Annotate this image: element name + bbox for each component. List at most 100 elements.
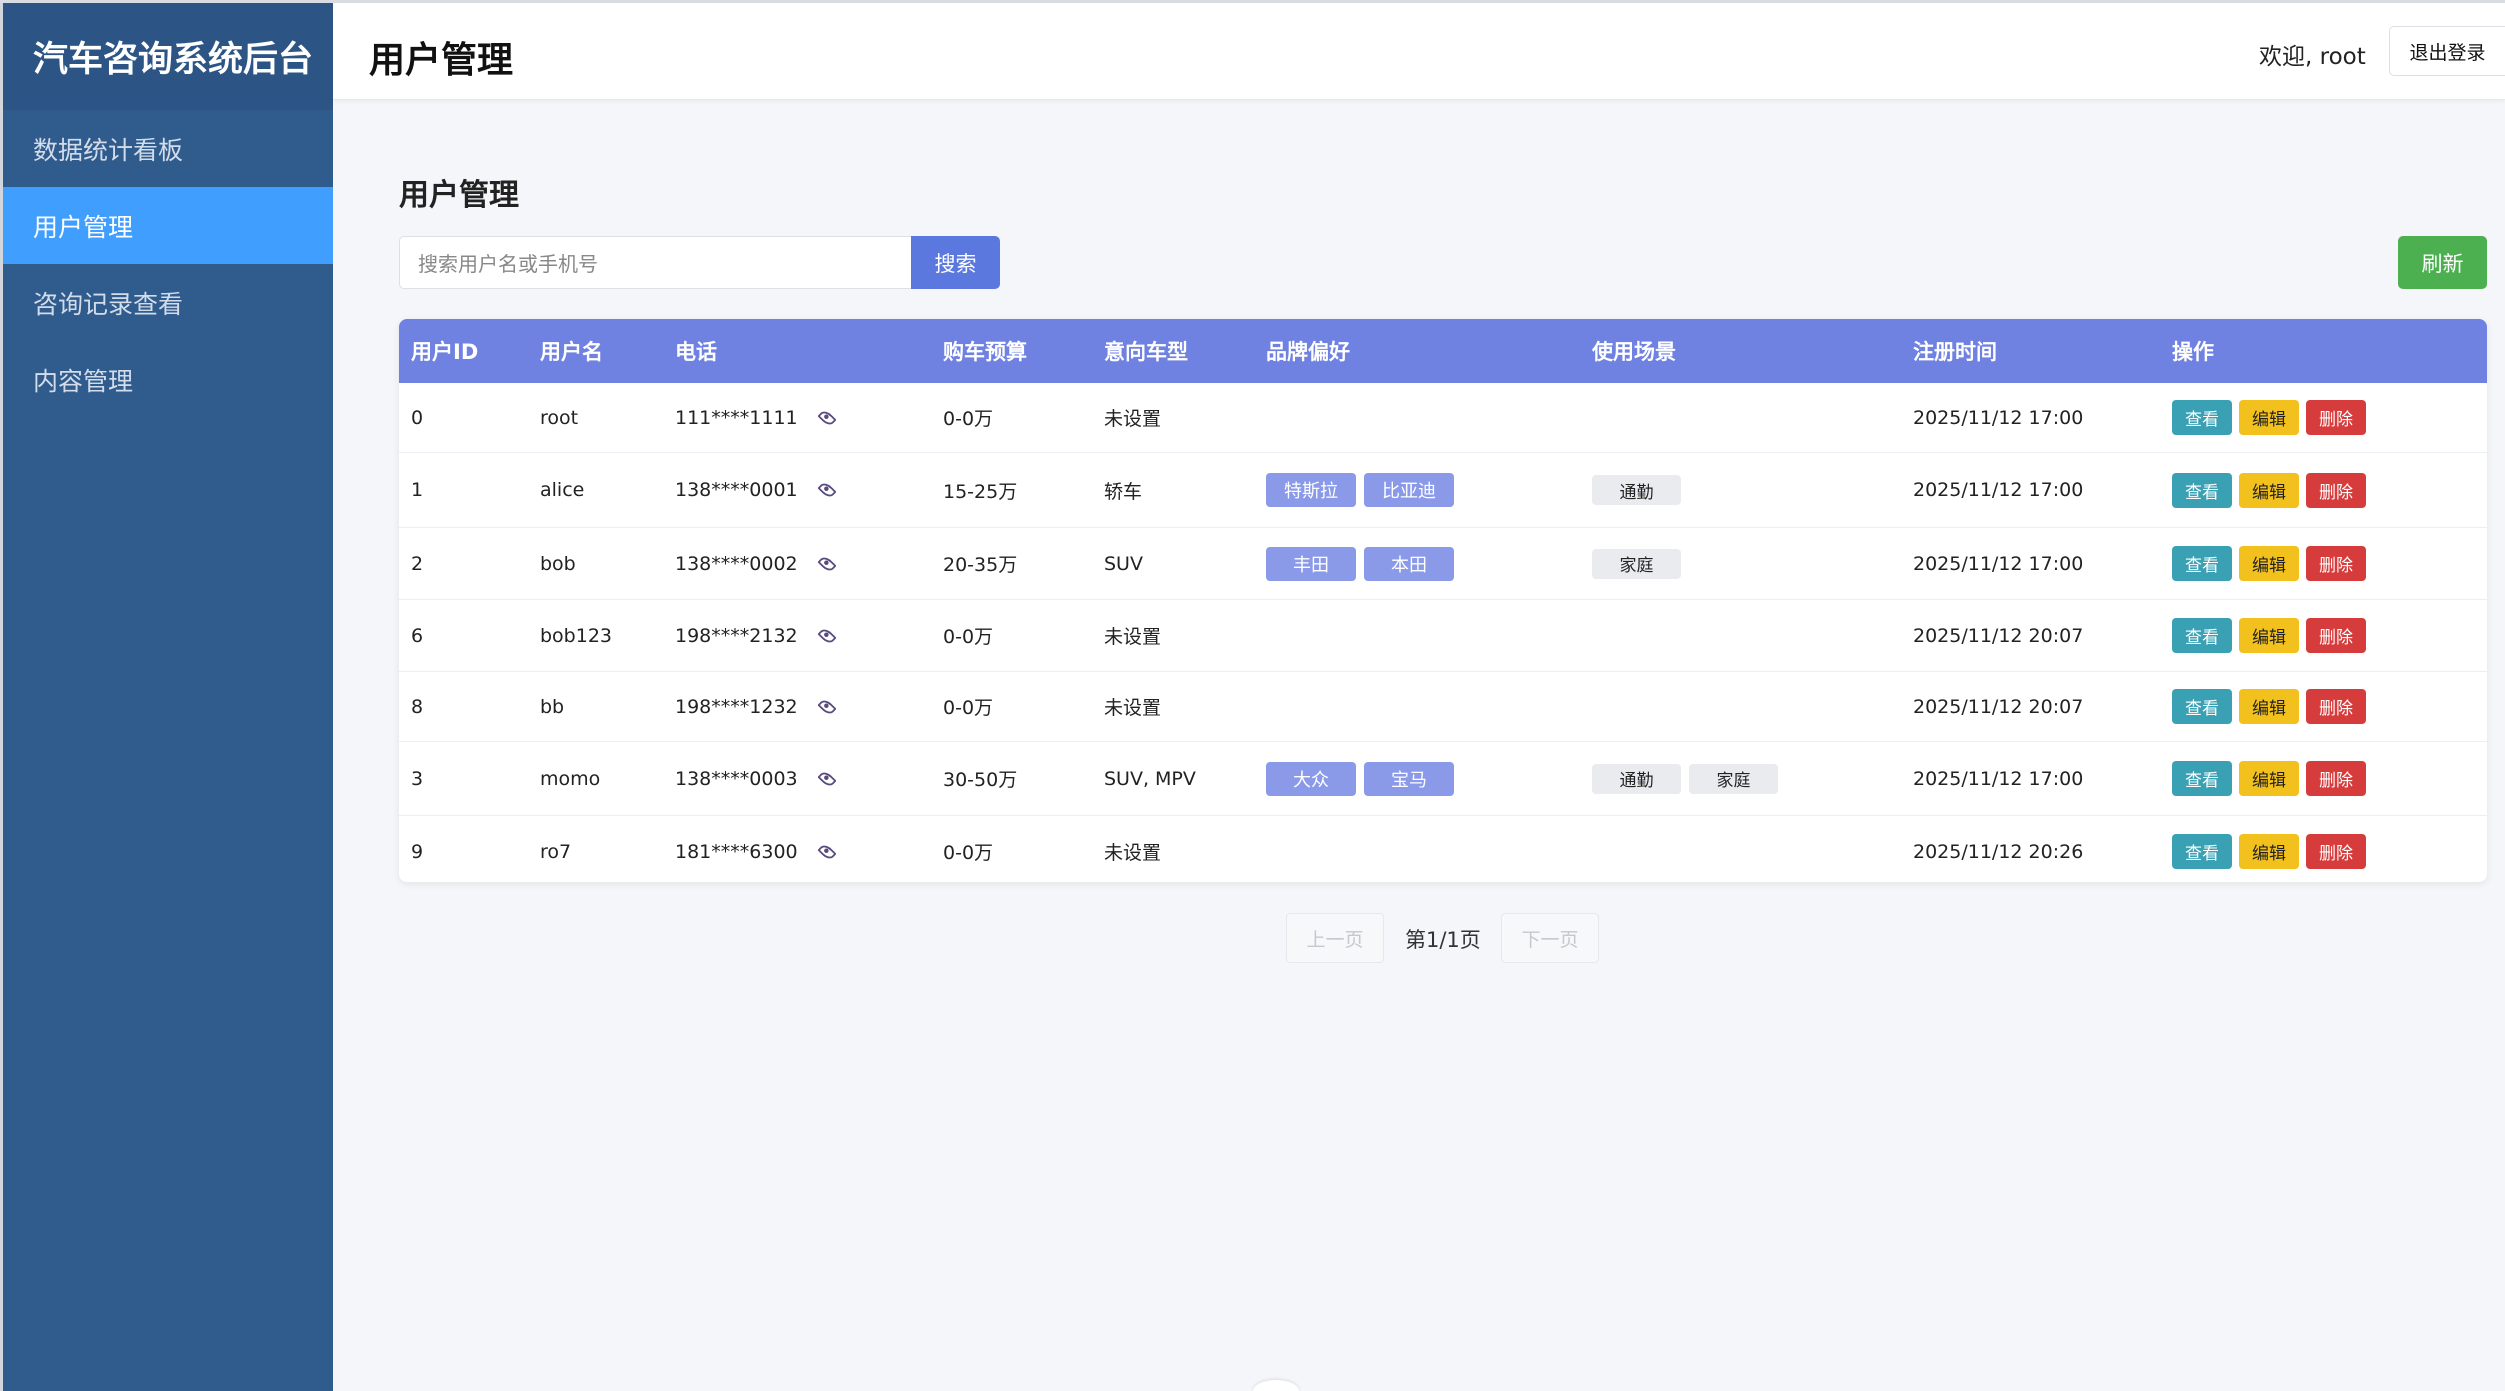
cell-budget: 20-35万 — [943, 554, 1018, 576]
eye-icon[interactable] — [817, 768, 837, 789]
cell-user-id: 8 — [411, 695, 424, 718]
scroll-handle[interactable] — [1253, 1380, 1299, 1391]
sidebar: 汽车咨询系统后台 数据统计看板 用户管理 咨询记录查看 内容管理 — [0, 3, 333, 1391]
cell-phone: 181****6300 — [675, 816, 837, 882]
table-header: 用户ID 用户名 电话 购车预算 意向车型 品牌偏好 使用场景 注册时间 操作 — [399, 319, 2487, 383]
phone-text: 181****6300 — [675, 840, 798, 863]
scene-tag: 通勤 — [1592, 763, 1681, 794]
edit-button[interactable]: 编辑 — [2239, 834, 2299, 869]
delete-button[interactable]: 删除 — [2306, 689, 2366, 724]
search-input[interactable]: 搜索用户名或手机号 — [399, 236, 912, 289]
cell-username: bb — [540, 695, 565, 718]
sidebar-item-consultations[interactable]: 咨询记录查看 — [3, 264, 333, 341]
top-header: 用户管理 欢迎, root 退出登录 — [333, 3, 2505, 100]
logout-button[interactable]: 退出登录 — [2389, 26, 2505, 76]
cell-username: alice — [540, 479, 585, 501]
cell-actions: 查看 编辑 删除 — [2172, 453, 2373, 527]
brand-tag: 大众 — [1266, 761, 1356, 796]
cell-register-time: 2025/11/12 17:00 — [1913, 552, 2084, 575]
phone-text: 138****0003 — [675, 767, 798, 790]
cell-register-time: 2025/11/12 17:00 — [1913, 479, 2084, 501]
cell-car-model: 未设置 — [1104, 697, 1162, 719]
eye-icon[interactable] — [817, 696, 837, 717]
eye-icon[interactable] — [817, 625, 837, 646]
cell-phone: 198****2132 — [675, 600, 837, 671]
brand-tag: 丰田 — [1266, 546, 1356, 581]
cell-brand-pref: 特斯拉 比亚迪 — [1266, 453, 1462, 527]
cell-car-model: 未设置 — [1104, 842, 1162, 864]
cell-budget: 15-25万 — [943, 480, 1018, 503]
view-button[interactable]: 查看 — [2172, 472, 2232, 508]
edit-button[interactable]: 编辑 — [2239, 472, 2299, 508]
edit-button[interactable]: 编辑 — [2239, 618, 2299, 653]
cell-car-model: 未设置 — [1104, 626, 1162, 648]
cell-budget: 0-0万 — [943, 842, 994, 864]
edit-button[interactable]: 编辑 — [2239, 546, 2299, 581]
column-header: 品牌偏好 — [1266, 340, 1350, 364]
cell-username: bob — [540, 552, 576, 575]
cell-register-time: 2025/11/12 20:07 — [1913, 695, 2084, 718]
view-button[interactable]: 查看 — [2172, 689, 2232, 724]
cell-budget: 0-0万 — [943, 626, 994, 648]
view-button[interactable]: 查看 — [2172, 761, 2232, 796]
cell-username: ro7 — [540, 840, 572, 863]
delete-button[interactable]: 删除 — [2306, 761, 2366, 796]
column-header: 注册时间 — [1913, 340, 1997, 364]
eye-icon[interactable] — [817, 553, 837, 574]
phone-text: 138****0002 — [675, 552, 798, 575]
cell-phone: 138****0003 — [675, 742, 837, 815]
edit-button[interactable]: 编辑 — [2239, 400, 2299, 435]
eye-icon[interactable] — [817, 480, 837, 500]
cell-actions: 查看 编辑 删除 — [2172, 383, 2373, 452]
delete-button[interactable]: 删除 — [2306, 400, 2366, 435]
sidebar-item-content[interactable]: 内容管理 — [3, 341, 333, 418]
delete-button[interactable]: 删除 — [2306, 834, 2366, 869]
scene-tag: 通勤 — [1592, 475, 1681, 505]
view-button[interactable]: 查看 — [2172, 546, 2232, 581]
table-row: 3 momo 138****0003 30-50万 SUV, MPV 大众 宝马 通勤 家庭 20… — [399, 742, 2487, 816]
view-button[interactable]: 查看 — [2172, 618, 2232, 653]
column-header: 购车预算 — [943, 340, 1027, 364]
view-button[interactable]: 查看 — [2172, 834, 2232, 869]
table-row: 1 alice 138****0001 15-25万 轿车 特斯拉 比亚迪 通勤 2025/11… — [399, 453, 2487, 528]
next-page-button[interactable]: 下一页 — [1501, 913, 1599, 963]
phone-text: 138****0001 — [675, 479, 798, 501]
sidebar-item-users[interactable]: 用户管理 — [3, 187, 333, 264]
cell-user-id: 9 — [411, 840, 424, 863]
delete-button[interactable]: 删除 — [2306, 546, 2366, 581]
view-button[interactable]: 查看 — [2172, 400, 2232, 435]
cell-car-model: SUV — [1104, 552, 1143, 575]
delete-button[interactable]: 删除 — [2306, 618, 2366, 653]
cell-phone: 138****0002 — [675, 528, 837, 599]
refresh-button[interactable]: 刷新 — [2398, 236, 2487, 289]
cell-actions: 查看 编辑 删除 — [2172, 600, 2373, 671]
cell-brand-pref: 大众 宝马 — [1266, 742, 1462, 815]
prev-page-button[interactable]: 上一页 — [1286, 913, 1384, 963]
cell-register-time: 2025/11/12 20:26 — [1913, 840, 2084, 863]
scene-tag: 家庭 — [1689, 763, 1778, 794]
cell-usage-scene: 通勤 家庭 — [1592, 742, 1786, 815]
edit-button[interactable]: 编辑 — [2239, 689, 2299, 724]
table-row: 6 bob123 198****2132 0-0万 未设置 2025/11/12 20:0… — [399, 600, 2487, 672]
section-title: 用户管理 — [399, 178, 519, 213]
edit-button[interactable]: 编辑 — [2239, 761, 2299, 796]
delete-button[interactable]: 删除 — [2306, 472, 2366, 508]
table-row: 8 bb 198****1232 0-0万 未设置 2025/11/12 20:07 查看编… — [399, 672, 2487, 742]
cell-user-id: 3 — [411, 767, 424, 790]
search-button[interactable]: 搜索 — [911, 236, 1000, 289]
column-header: 使用场景 — [1592, 340, 1676, 364]
eye-icon[interactable] — [817, 841, 837, 862]
cell-register-time: 2025/11/12 17:00 — [1913, 406, 2084, 429]
brand-tag: 特斯拉 — [1266, 473, 1356, 507]
cell-car-model: 轿车 — [1104, 480, 1143, 503]
brand-tag: 比亚迪 — [1364, 473, 1454, 507]
phone-text: 198****2132 — [675, 624, 798, 647]
cell-usage-scene: 家庭 — [1592, 528, 1689, 599]
eye-icon[interactable] — [817, 407, 837, 428]
cell-actions: 查看 编辑 删除 — [2172, 528, 2373, 599]
cell-username: root — [540, 406, 579, 429]
cell-user-id: 0 — [411, 406, 424, 429]
cell-phone: 111****1111 — [675, 383, 837, 452]
cell-actions: 查看 编辑 删除 — [2172, 672, 2373, 741]
sidebar-item-dashboard[interactable]: 数据统计看板 — [3, 110, 333, 187]
